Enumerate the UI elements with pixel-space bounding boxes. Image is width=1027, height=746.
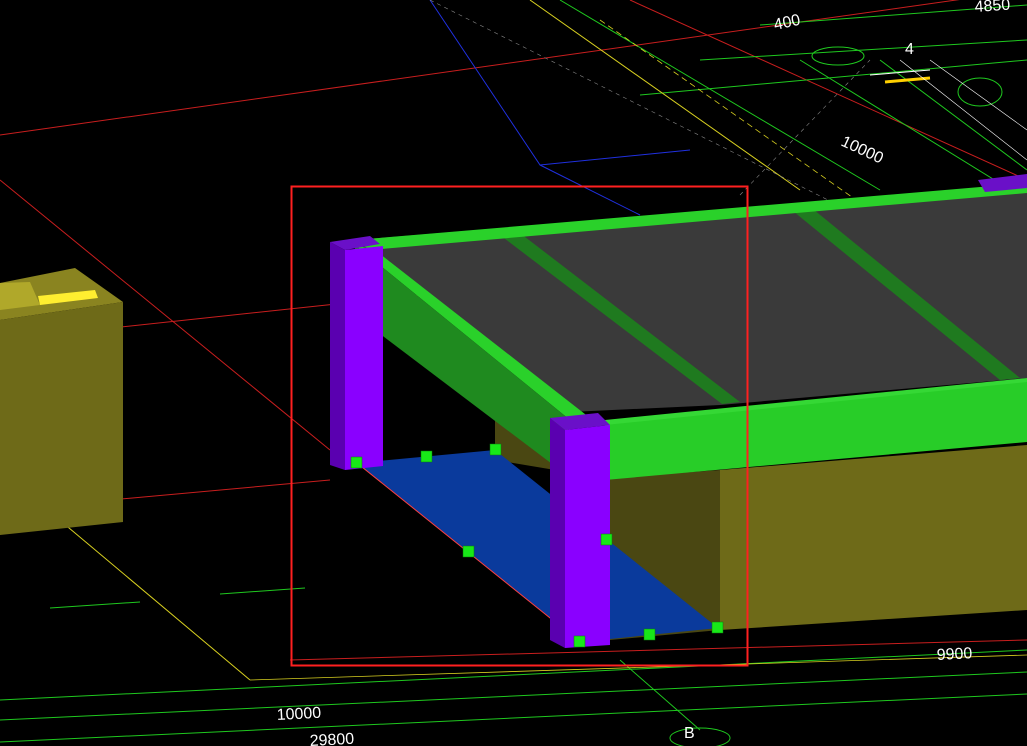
dimension-29800: 29800 [309, 731, 354, 746]
axis-label-4: 4 [905, 41, 914, 58]
column-front[interactable] [550, 413, 610, 648]
dimension-10000-upper: 10000 [838, 133, 886, 167]
grip-point[interactable] [711, 621, 724, 634]
dimension-400: 400 [772, 12, 802, 34]
cad-3d-viewport[interactable]: 400 4850 10000 9900 10000 29800 4 B [0, 0, 1027, 746]
wall-block-left[interactable] [0, 268, 123, 535]
model-scene[interactable]: 400 4850 10000 9900 10000 29800 4 B [0, 0, 1027, 746]
dimension-4850: 4850 [974, 0, 1011, 16]
grip-point[interactable] [573, 635, 586, 648]
grip-point[interactable] [600, 533, 613, 546]
grip-point[interactable] [462, 545, 475, 558]
grip-point[interactable] [350, 456, 363, 469]
column-back-left[interactable] [330, 236, 383, 470]
grip-point[interactable] [420, 450, 433, 463]
dimension-10000-lower: 10000 [276, 705, 321, 724]
grip-point[interactable] [643, 628, 656, 641]
axis-label-b: B [684, 725, 695, 742]
grip-point[interactable] [489, 443, 502, 456]
dimension-9900: 9900 [936, 645, 973, 664]
